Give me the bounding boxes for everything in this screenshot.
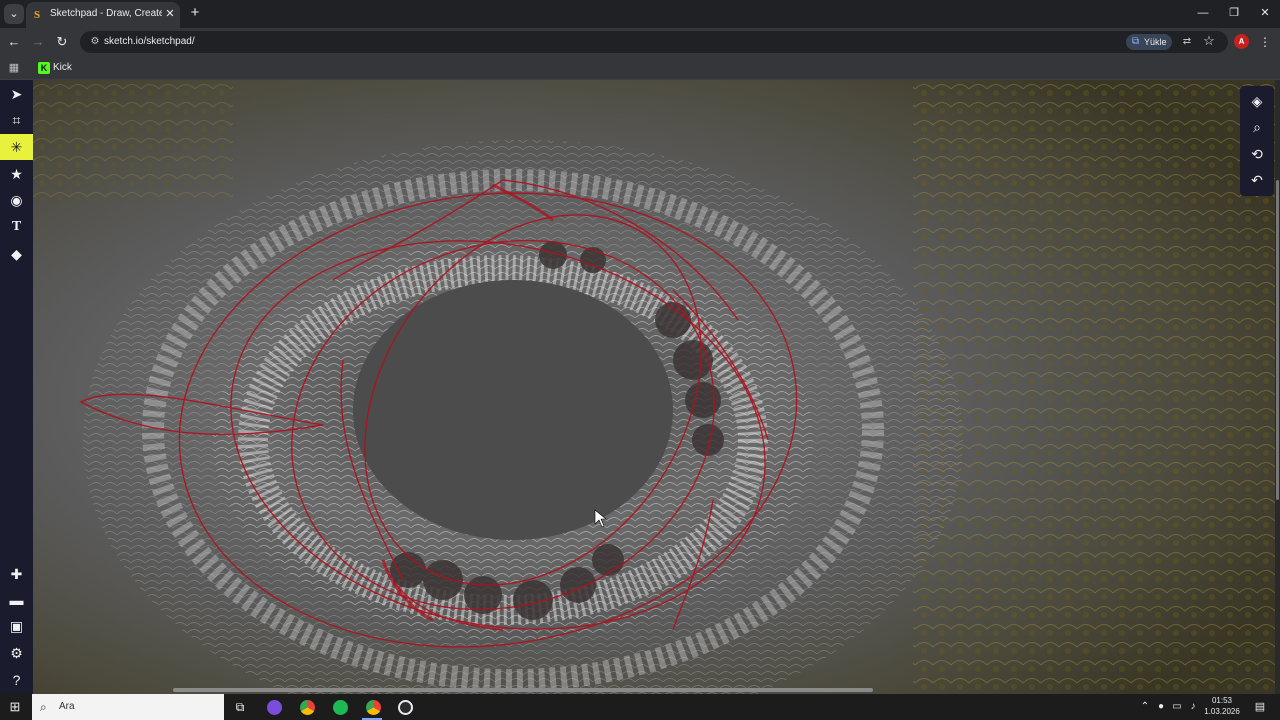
notification-icon[interactable]: ▤	[1252, 699, 1268, 715]
translate-icon[interactable]: ⇄	[1180, 35, 1194, 49]
vertical-scroll-thumb[interactable]	[1276, 180, 1279, 500]
cursor-icon: ➤	[10, 86, 23, 102]
brush-tool-button[interactable]: ✳	[0, 134, 33, 160]
chrome-app-icon[interactable]	[296, 697, 318, 717]
bookmark-star-icon[interactable]: ☆	[1202, 34, 1216, 48]
bookmarks-bar: ▦ K Kick	[0, 56, 1280, 80]
chrome-profile-app-icon[interactable]	[362, 697, 384, 717]
tab-title: Sketchpad - Draw, Create, Share!	[50, 8, 162, 19]
taskbar-search-placeholder: Ara	[59, 701, 75, 712]
help-icon: ?	[12, 672, 21, 688]
restore-button[interactable]: ❐	[1227, 6, 1241, 20]
forward-button[interactable]: →	[30, 34, 46, 50]
folder-icon: ▬	[9, 592, 24, 608]
microphone-icon[interactable]: ●	[1154, 699, 1168, 715]
undo-icon: ↶	[1251, 172, 1263, 188]
left-toolbar: ➤ ⌗ ✳ ★ ◉ T ◆ ✚ ▬ ▣ ⚙ ?	[0, 80, 33, 694]
site-info-icon[interactable]: ⚙	[88, 35, 102, 49]
paint-bucket-icon: ◆	[11, 246, 22, 262]
star-icon: ★	[10, 166, 23, 182]
shape-tool-button[interactable]: ◉	[0, 187, 33, 213]
sketchpad-app: ➤ ⌗ ✳ ★ ◉ T ◆ ✚ ▬ ▣ ⚙ ? ◈ ⌕ ⟲ ↶	[0, 80, 1280, 694]
text-tool-button[interactable]: T	[0, 214, 33, 240]
more-menu-icon[interactable]: ⋮	[1258, 34, 1272, 50]
kick-icon: K	[38, 62, 50, 74]
history-icon: ⟲	[1251, 146, 1263, 162]
apps-grid-icon[interactable]: ▦	[7, 61, 21, 75]
profile-avatar[interactable]: A	[1234, 34, 1249, 49]
undo-button[interactable]: ↶	[1240, 167, 1274, 193]
install-app-button[interactable]: ⧉ Yükle	[1126, 34, 1172, 50]
help-button[interactable]: ?	[0, 667, 33, 693]
bookmark-label: Kick	[53, 62, 72, 73]
spotify-app-icon[interactable]	[329, 697, 351, 717]
window-close-button[interactable]: ✕	[1258, 6, 1272, 20]
minimize-button[interactable]: —	[1196, 6, 1210, 20]
right-toolbar: ◈ ⌕ ⟲ ↶	[1240, 86, 1274, 196]
url-text[interactable]: sketch.io/sketchpad/	[104, 36, 195, 47]
bookmark-kick[interactable]: K Kick	[36, 59, 86, 77]
drawing-canvas[interactable]	[33, 80, 1275, 694]
history-button[interactable]: ⟲	[1240, 141, 1274, 167]
layers-button[interactable]: ◈	[1240, 88, 1274, 114]
browser-tab-sketchpad[interactable]: S Sketchpad - Draw, Create, Share! ✕	[26, 2, 180, 28]
install-icon: ⧉	[1132, 36, 1140, 47]
clock-date[interactable]: 1.03.2026	[1200, 707, 1244, 716]
save-icon: ▣	[9, 618, 24, 634]
search-icon: ⌕	[40, 700, 47, 714]
task-view-icon[interactable]: ⧉	[229, 697, 251, 717]
select-tool-button[interactable]: ➤	[0, 81, 33, 107]
browser-toolbar: ← → ↻ ⚙ sketch.io/sketchpad/ ⧉ Yükle ⇄ ☆…	[0, 28, 1280, 56]
taskbar-search-box[interactable]: ⌕ Ara	[32, 694, 224, 720]
fill-tool-button[interactable]: ◆	[0, 241, 33, 267]
zoom-button[interactable]: ⌕	[1240, 114, 1274, 140]
crop-tool-button[interactable]: ⌗	[0, 107, 33, 133]
crop-icon: ⌗	[12, 112, 21, 128]
back-button[interactable]: ←	[6, 34, 22, 50]
discord-app-icon[interactable]	[263, 697, 285, 717]
install-label: Yükle	[1144, 37, 1167, 47]
network-icon[interactable]: ▭	[1170, 699, 1184, 715]
new-file-button[interactable]: ✚	[0, 561, 33, 587]
recording-app-icon[interactable]	[394, 697, 416, 717]
vertical-scrollbar[interactable]	[1275, 80, 1280, 694]
new-tab-button[interactable]: +	[188, 5, 202, 20]
shape-icon: ◉	[10, 192, 23, 208]
tab-close-icon[interactable]: ✕	[164, 7, 176, 21]
canvas-artwork[interactable]	[33, 80, 1275, 694]
clock-time[interactable]: 01:53	[1204, 696, 1240, 705]
text-icon: T	[11, 219, 22, 234]
taskbar: ⊞ ⌕ Ara ⧉ ⌃ ● ▭ ♪ 01:53 1.03.2026 ▤	[0, 694, 1280, 720]
open-file-button[interactable]: ▬	[0, 587, 33, 613]
gear-icon: ⚙	[10, 645, 23, 661]
stamp-tool-button[interactable]: ★	[0, 161, 33, 187]
horizontal-scroll-thumb[interactable]	[173, 688, 873, 692]
settings-button[interactable]: ⚙	[0, 640, 33, 666]
windows-start-icon[interactable]: ⊞	[4, 697, 26, 717]
tray-chevron-up-icon[interactable]: ⌃	[1138, 699, 1152, 715]
tab-search-chevron-icon[interactable]: ⌄	[4, 4, 24, 24]
address-bar[interactable]: ⚙ sketch.io/sketchpad/ ⧉ Yükle ⇄ ☆	[80, 31, 1228, 53]
reload-button[interactable]: ↻	[54, 34, 70, 50]
brush-burst-icon: ✳	[10, 139, 23, 155]
layers-icon: ◈	[1251, 93, 1263, 109]
browser-tab-strip: ⌄ S Sketchpad - Draw, Create, Share! ✕ +…	[0, 0, 1280, 28]
search-icon: ⌕	[1253, 119, 1261, 135]
plus-icon: ✚	[10, 566, 23, 582]
sketchpad-favicon-icon: S	[34, 9, 41, 21]
save-file-button[interactable]: ▣	[0, 613, 33, 639]
volume-icon[interactable]: ♪	[1186, 699, 1200, 715]
